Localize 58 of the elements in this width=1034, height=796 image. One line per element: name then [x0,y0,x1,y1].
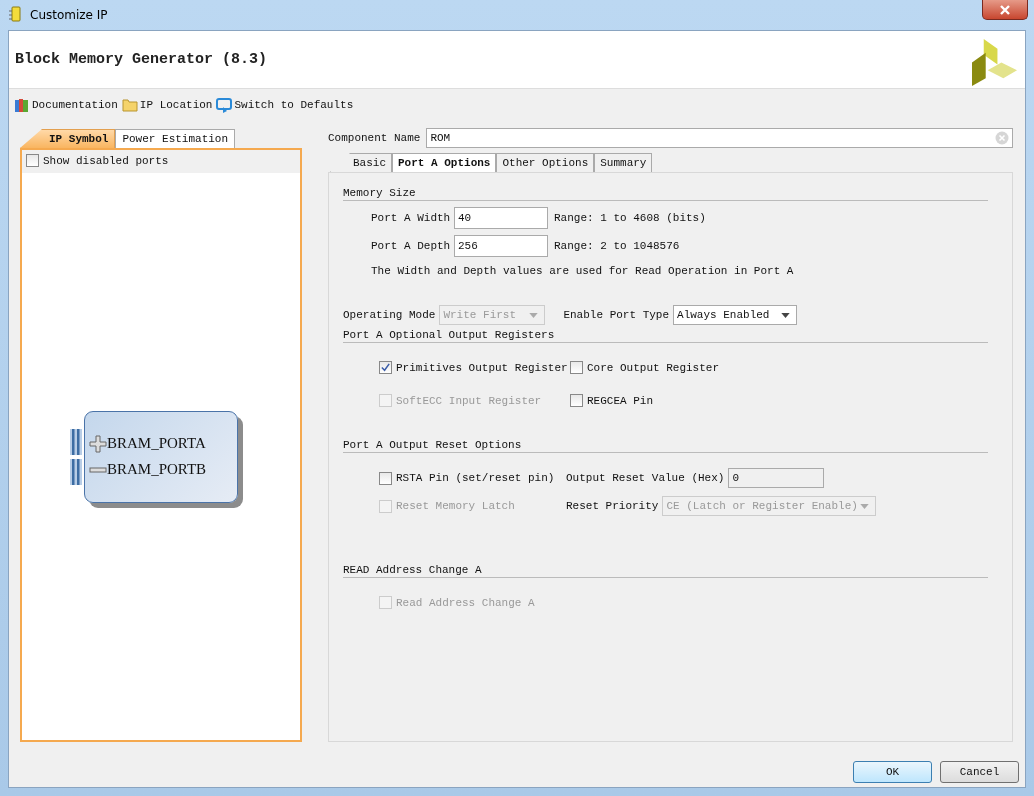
checkbox[interactable] [570,394,583,407]
toolbar-link[interactable]: Switch to Defaults [216,97,354,113]
app-icon [8,6,24,24]
cancel-button[interactable]: Cancel [940,761,1019,783]
toolbar-link[interactable]: IP Location [121,97,213,113]
checkbox[interactable] [379,361,392,374]
window-title: Customize IP [30,8,108,22]
range-text: Range: 1 to 4608 (bits) [554,212,706,224]
dialog-title: Block Memory Generator (8.3) [15,51,268,68]
checkbox-label: Reset Memory Latch [396,500,515,512]
port-name: BRAM_PORTB [107,461,207,478]
toolbar-link[interactable]: Documentation [14,97,118,113]
checkbox-label: Show disabled ports [43,154,169,167]
caret-icon [860,503,870,509]
tab[interactable]: Basic [330,153,392,172]
field-label: Enable Port Type [563,309,670,321]
port-name: BRAM_PORTA [107,435,206,452]
tab[interactable]: Port A Options [392,153,497,172]
field-label: Port A Depth [371,240,452,252]
close-button[interactable] [982,0,1028,20]
checkbox-label: REGCEA Pin [587,394,653,407]
ok-button[interactable]: OK [853,761,932,783]
tab[interactable]: IP Symbol [20,129,116,148]
checkbox-label: Read Address Change A [396,596,535,609]
books-icon [14,97,30,113]
range-text: Range: 2 to 1048576 [554,240,680,252]
field-label: Operating Mode [343,309,436,321]
checkbox-label: RSTA Pin (set/reset pin) [396,472,555,484]
folder-icon [121,97,138,113]
checkbox-label: SoftECC Input Register [396,394,542,407]
checkbox[interactable] [379,471,392,485]
port-bus-icon [70,458,82,485]
caret-icon [529,312,539,318]
component-name-field[interactable]: ROM [426,128,1013,148]
input-field[interactable]: 40 [454,207,548,229]
tab[interactable]: Other Options [496,153,595,172]
note-text: The Width and Depth values are used for Read Operation in Port A [371,265,795,277]
caret-icon [781,312,791,318]
port-bus-icon [70,428,82,455]
field-label: Component Name [328,132,421,144]
section-title: Port A Optional Output Registers [343,329,988,343]
logo-icon [972,39,1019,86]
checkbox-label: Primitives Output Register [396,361,568,374]
field-label: Port A Width [371,212,452,224]
dropdown[interactable]: Always Enabled [673,305,798,325]
section-title: Memory Size [343,187,988,201]
tab[interactable]: Summary [594,153,653,172]
section-title: Port A Output Reset Options [343,439,988,453]
input-field[interactable]: 256 [454,235,548,257]
expand-icon[interactable] [89,434,107,453]
checkbox[interactable] [570,361,583,374]
tab[interactable]: Power Estimation [115,129,236,148]
section-title: READ Address Change A [343,564,988,578]
checkbox-label: Core Output Register [587,361,720,374]
field-label: Reset Priority [566,500,659,512]
checkbox[interactable] [26,154,39,167]
field-label: Output Reset Value (Hex) [566,472,725,484]
close-icon [999,4,1011,15]
